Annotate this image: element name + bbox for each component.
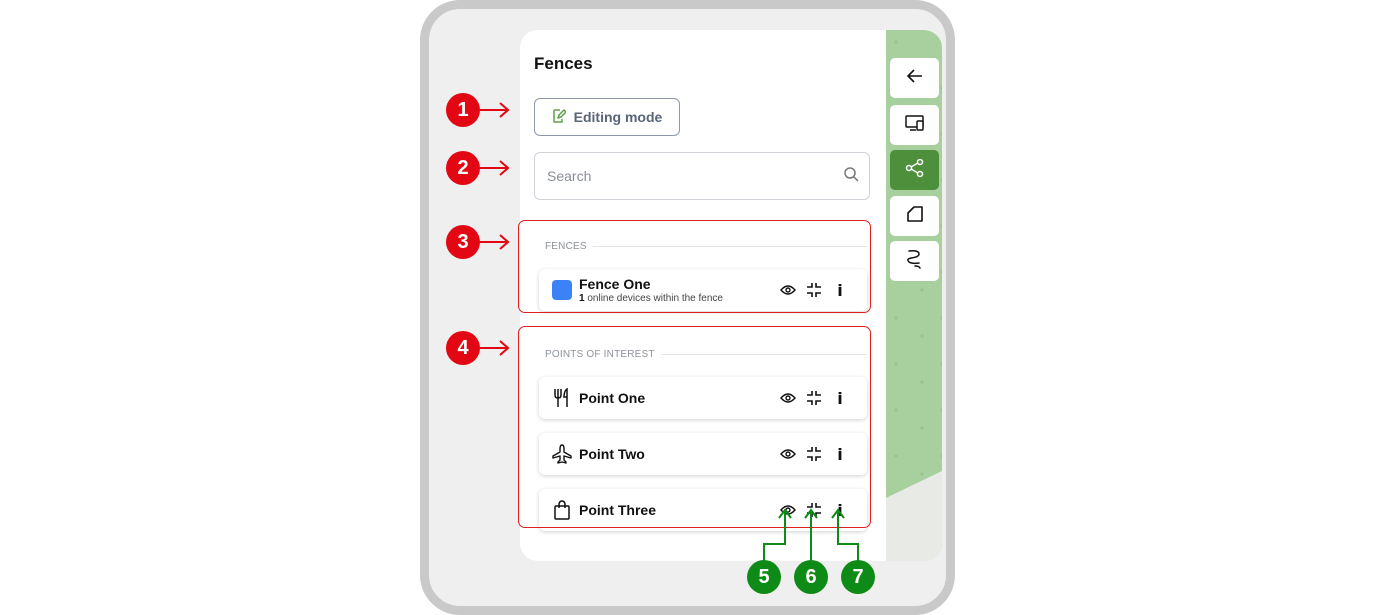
annotation-marker-2: 2 [446,151,480,185]
annotation-marker-6: 6 [794,560,828,594]
route-icon [906,249,924,274]
fences-section-highlight [518,220,871,313]
devices-icon [904,114,925,136]
annotation-marker-5: 5 [747,560,781,594]
annotation-marker-7: 7 [841,560,875,594]
map-road-area [886,471,942,561]
annotation-marker-3: 3 [446,225,480,259]
page-title: Fences [534,54,593,73]
poi-section-highlight [518,326,871,528]
route-button[interactable] [890,241,939,281]
annotation-marker-1: 1 [446,93,480,127]
share-nodes-button[interactable] [890,150,939,190]
back-button[interactable] [890,58,939,98]
devices-button[interactable] [890,105,939,145]
share-nodes-icon [905,158,925,182]
search-box [534,152,870,200]
editing-mode-label: Editing mode [573,109,663,125]
search-input[interactable] [545,167,843,185]
edit-pencil-icon [552,108,567,126]
fence-shape-button[interactable] [890,196,939,236]
search-icon[interactable] [843,166,859,187]
fence-shape-icon [906,205,924,228]
editing-mode-button[interactable]: Editing mode [534,98,680,136]
arrow-left-icon [906,68,923,88]
annotation-marker-4: 4 [446,331,480,365]
